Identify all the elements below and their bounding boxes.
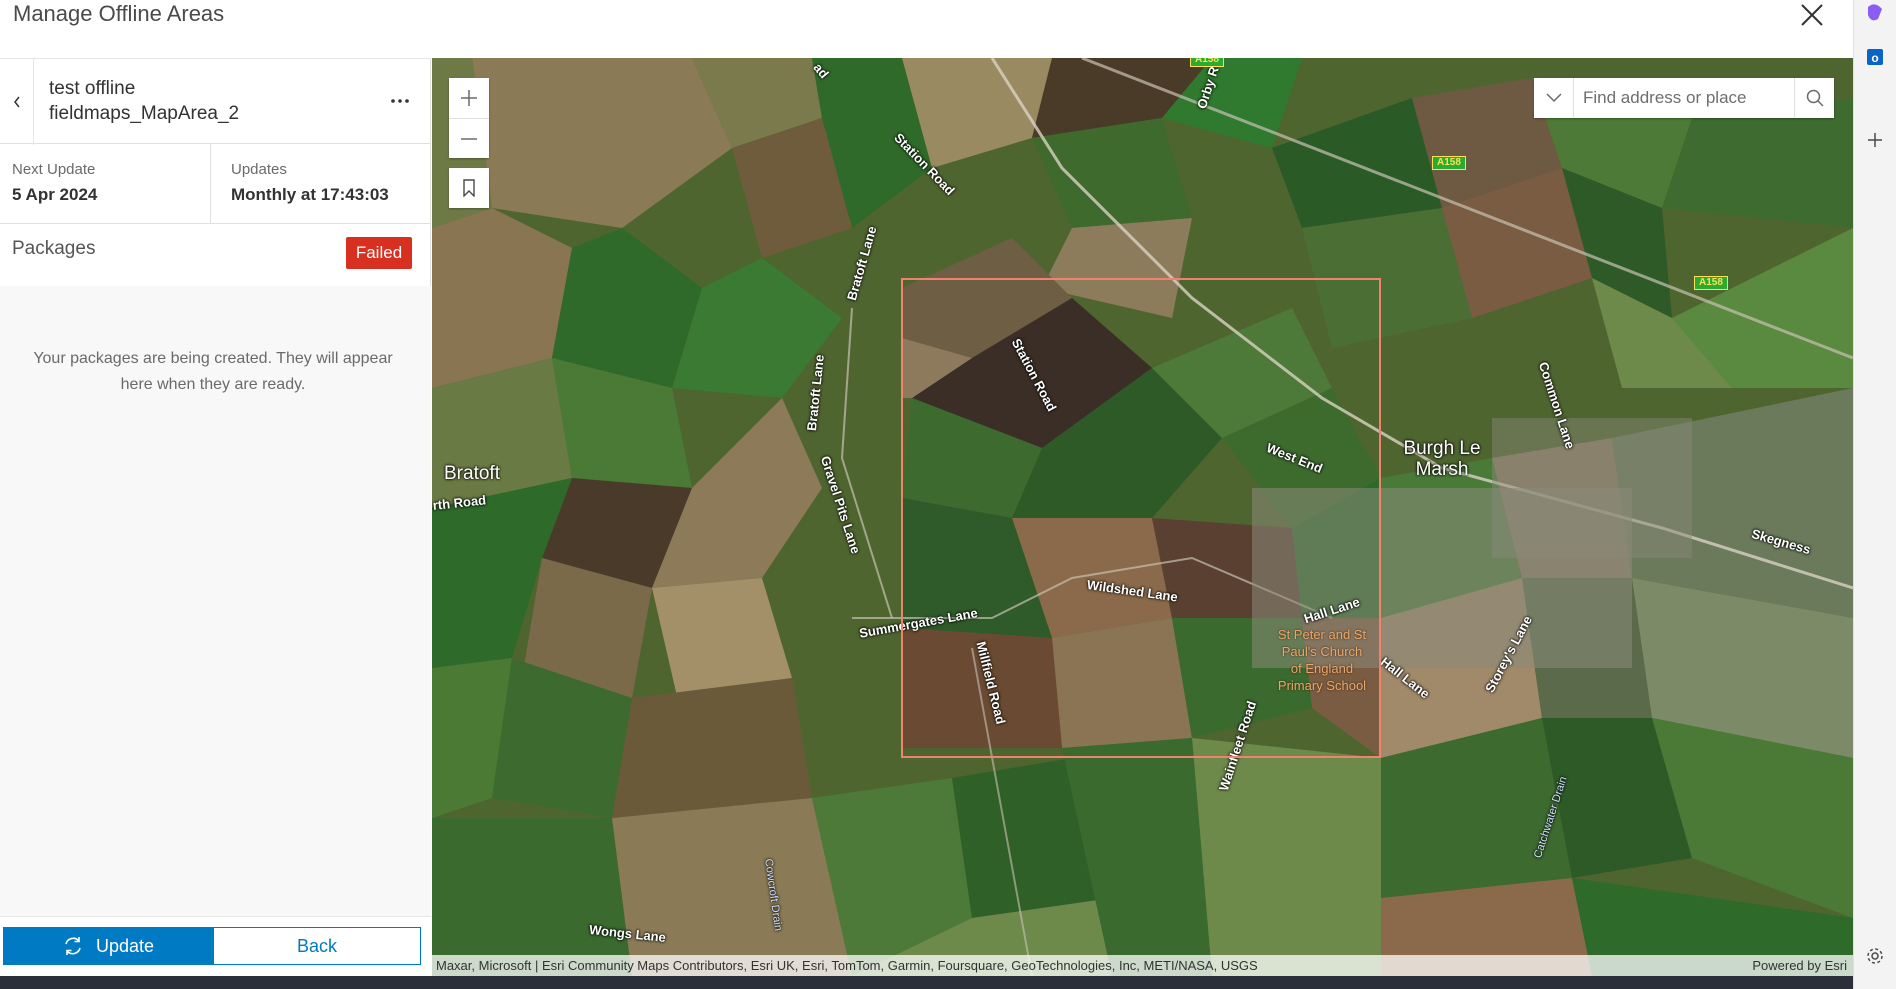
app-window: Manage Offline Areas test offline fieldm… <box>0 0 1896 989</box>
minus-icon <box>461 137 477 140</box>
status-badge: Failed <box>346 237 412 269</box>
road-sign-a158: A158 <box>1190 58 1224 67</box>
place-label-bratoft: Bratoft <box>444 463 500 484</box>
taskbar-edge <box>0 976 1853 989</box>
plus-icon <box>461 90 477 106</box>
next-update-cell: Next Update 5 Apr 2024 <box>0 144 211 224</box>
map-view[interactable]: Bratoft Burgh Le Marsh Station Road Brat… <box>432 58 1853 976</box>
search-widget <box>1534 78 1834 118</box>
packages-list: Your packages are being created. They wi… <box>0 286 431 916</box>
more-options-button[interactable] <box>384 87 416 115</box>
area-name: test offline fieldmaps_MapArea_2 <box>49 76 349 126</box>
place-label-burgh-le-marsh: Burgh Le Marsh <box>1403 438 1481 480</box>
zoom-out-button[interactable] <box>449 118 489 158</box>
caret-down-icon <box>1545 93 1562 103</box>
chevron-left-icon <box>13 96 20 108</box>
back-button[interactable]: Back <box>213 927 421 965</box>
update-button-label: Update <box>95 935 155 956</box>
add-icon[interactable] <box>1862 127 1888 153</box>
area-header: test offline fieldmaps_MapArea_2 <box>0 58 431 145</box>
packages-pending-message: Your packages are being created. They wi… <box>33 350 393 393</box>
updates-value: Monthly at 17:43:03 <box>231 185 389 204</box>
packages-title: Packages <box>12 238 96 259</box>
copilot-icon[interactable] <box>1862 0 1888 26</box>
area-name-line1: test offline <box>49 78 136 99</box>
close-icon <box>1801 4 1823 26</box>
search-button[interactable] <box>1794 78 1834 118</box>
powered-by-esri[interactable]: Powered by Esri <box>1752 958 1847 973</box>
zoom-in-button[interactable] <box>449 78 489 118</box>
update-info: Next Update 5 Apr 2024 Updates Monthly a… <box>0 144 431 224</box>
back-chevron-button[interactable] <box>0 59 34 145</box>
road-sign-a158: A158 <box>1694 276 1728 290</box>
panel-footer: Update Back <box>0 916 431 976</box>
more-horizontal-icon <box>391 99 409 103</box>
search-input[interactable] <box>1575 78 1794 118</box>
settings-gear-icon[interactable] <box>1862 943 1888 969</box>
updates-cell: Updates Monthly at 17:43:03 <box>211 144 431 224</box>
bookmark-icon <box>463 179 475 197</box>
map-attribution: Maxar, Microsoft | Esri Community Maps C… <box>432 955 1853 976</box>
updates-label: Updates <box>231 161 287 178</box>
window-title: Manage Offline Areas <box>13 1 225 26</box>
close-button[interactable] <box>1795 0 1827 32</box>
packages-header: Packages Failed <box>0 224 431 286</box>
refresh-icon <box>65 937 81 955</box>
road-sign-a158: A158 <box>1432 156 1466 170</box>
update-button[interactable]: Update <box>3 927 213 965</box>
title-bar: Manage Offline Areas <box>0 0 1853 58</box>
search-icon <box>1806 89 1824 107</box>
next-update-label: Next Update <box>12 161 96 178</box>
bookmarks-button[interactable] <box>449 168 489 208</box>
offline-area-boundary <box>901 278 1381 758</box>
area-name-line2: fieldmaps_MapArea_2 <box>49 103 240 124</box>
browser-sidebar: o <box>1853 0 1896 989</box>
svg-text:o: o <box>1871 51 1878 65</box>
offline-area-panel: test offline fieldmaps_MapArea_2 Next Up… <box>0 58 431 976</box>
search-source-dropdown[interactable] <box>1534 78 1574 118</box>
attribution-text[interactable]: Maxar, Microsoft | Esri Community Maps C… <box>436 958 1258 973</box>
zoom-control <box>449 78 489 158</box>
outlook-icon[interactable]: o <box>1862 44 1888 70</box>
next-update-value: 5 Apr 2024 <box>12 185 98 204</box>
